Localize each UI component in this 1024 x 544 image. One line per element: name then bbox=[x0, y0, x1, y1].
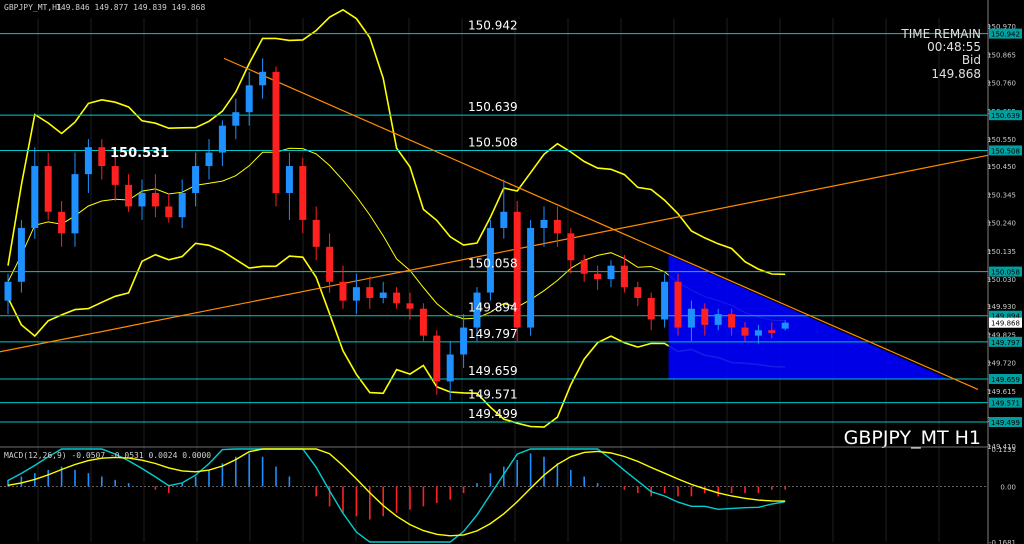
candle-body bbox=[352, 287, 360, 301]
candle-body bbox=[674, 281, 682, 328]
price-axis-tick-label: 149.720 bbox=[987, 360, 1016, 368]
candle-body bbox=[285, 166, 293, 193]
candle-body bbox=[272, 71, 280, 193]
candle-body bbox=[245, 85, 253, 113]
candle-body bbox=[366, 287, 374, 298]
candle-body bbox=[84, 147, 92, 175]
candle-body bbox=[594, 273, 602, 280]
candle-body bbox=[446, 354, 454, 382]
price-axis-tick-label: 149.930 bbox=[987, 303, 1016, 311]
candle-body bbox=[218, 125, 226, 153]
price-axis-tick-label: 150.135 bbox=[987, 248, 1016, 256]
price-axis-tick-label: 150.345 bbox=[987, 191, 1016, 199]
candle-body bbox=[17, 227, 25, 282]
price-axis-tick-label: 150.240 bbox=[987, 220, 1016, 228]
level-label: 149.499 bbox=[468, 407, 518, 421]
level-label: 149.894 bbox=[468, 301, 518, 315]
price-axis-tick-label: 150.865 bbox=[987, 51, 1016, 59]
level-label: 150.639 bbox=[468, 100, 518, 114]
candle-body bbox=[111, 166, 119, 185]
level-label: 149.659 bbox=[468, 364, 518, 378]
candle-body bbox=[259, 71, 267, 86]
candle-body bbox=[634, 287, 642, 298]
price-tag-label: 150.639 bbox=[991, 112, 1020, 120]
price-tag-label: 149.571 bbox=[991, 400, 1020, 408]
price-axis-tick-label: 149.615 bbox=[987, 388, 1016, 396]
candle-body bbox=[232, 112, 240, 126]
candle-body bbox=[527, 227, 535, 328]
macd-axis-tick-label: -0.1681 bbox=[989, 539, 1016, 544]
candle-body bbox=[607, 265, 615, 280]
candle-body bbox=[393, 292, 401, 304]
candle-body bbox=[433, 335, 441, 382]
candle-body bbox=[299, 166, 307, 220]
level-label: 150.508 bbox=[468, 135, 518, 149]
candle-body bbox=[768, 330, 776, 333]
price-axis-tick-label: 150.030 bbox=[987, 276, 1016, 284]
price-tag-label: 150.058 bbox=[991, 269, 1020, 277]
candle-body bbox=[419, 308, 427, 336]
candle-body bbox=[553, 219, 561, 234]
candle-body bbox=[138, 192, 146, 207]
level-label: 149.571 bbox=[468, 388, 518, 402]
bid-value: 149.868 bbox=[931, 67, 981, 81]
candle-body bbox=[620, 265, 628, 288]
time-remain-value: 00:48:55 bbox=[927, 40, 981, 54]
candle-body bbox=[339, 281, 347, 301]
price-tag-label: 149.868 bbox=[991, 320, 1020, 328]
level-label: 150.942 bbox=[468, 19, 518, 33]
candle-body bbox=[326, 246, 334, 282]
level-label: 150.058 bbox=[468, 257, 518, 271]
candle-body bbox=[4, 281, 12, 301]
candle-body bbox=[165, 206, 173, 218]
candle-body bbox=[125, 184, 133, 207]
candle-body bbox=[312, 219, 320, 247]
candle-body bbox=[205, 152, 213, 167]
chart-canvas: 150.942 150.639 150.508 150.058 149.894 149.7… bbox=[0, 0, 1024, 544]
price-axis-tick-label: 150.760 bbox=[987, 80, 1016, 88]
bid-label: Bid bbox=[962, 53, 981, 67]
candle-body bbox=[661, 281, 669, 320]
macd-axis-tick-label: 0.1133 bbox=[992, 446, 1017, 454]
price-tag-label: 149.659 bbox=[991, 376, 1020, 384]
candle-body bbox=[58, 211, 66, 234]
candle-body bbox=[781, 322, 789, 329]
candle-body bbox=[647, 297, 655, 320]
price-tag-label: 149.499 bbox=[991, 419, 1020, 427]
candle-body bbox=[741, 327, 749, 336]
candle-body bbox=[178, 192, 186, 218]
candle-body bbox=[44, 166, 52, 212]
level-label: 149.797 bbox=[468, 327, 518, 341]
price-axis-tick-label: 150.550 bbox=[987, 136, 1016, 144]
candle-body bbox=[701, 308, 709, 325]
candle-body bbox=[714, 314, 722, 325]
price-tag-label: 150.942 bbox=[991, 31, 1020, 39]
annotation-label: 150.531 bbox=[110, 146, 169, 161]
candle-body bbox=[460, 327, 468, 355]
header-symbol: GBPJPY_MT,H1 bbox=[4, 3, 62, 12]
candle-body bbox=[500, 211, 508, 228]
candle-body bbox=[151, 192, 159, 207]
macd-header: MACD(12,26,9) -0.0507 -0.0531 0.0024 0.0… bbox=[4, 451, 211, 460]
candle-body bbox=[540, 219, 548, 228]
macd-axis-tick-label: 0.00 bbox=[1000, 483, 1016, 491]
price-tag-label: 149.797 bbox=[991, 339, 1020, 347]
candle-body bbox=[192, 166, 200, 193]
candle-body bbox=[754, 330, 762, 336]
candle-body bbox=[567, 233, 575, 261]
header-ohlc: 149.846 149.877 149.839 149.868 bbox=[56, 3, 205, 12]
price-tag-label: 150.508 bbox=[991, 147, 1020, 155]
candle-body bbox=[71, 174, 79, 234]
candle-body bbox=[406, 303, 414, 309]
candle-body bbox=[379, 292, 387, 298]
symbol-watermark: GBPJPY_MT H1 bbox=[844, 427, 981, 449]
price-axis-tick-label: 150.450 bbox=[987, 163, 1016, 171]
candle-body bbox=[728, 314, 736, 328]
candle-body bbox=[580, 260, 588, 274]
candle-body bbox=[687, 308, 695, 328]
time-remain-label: TIME REMAIN bbox=[900, 27, 981, 41]
candle-body bbox=[98, 147, 106, 167]
candle-body bbox=[31, 166, 39, 228]
